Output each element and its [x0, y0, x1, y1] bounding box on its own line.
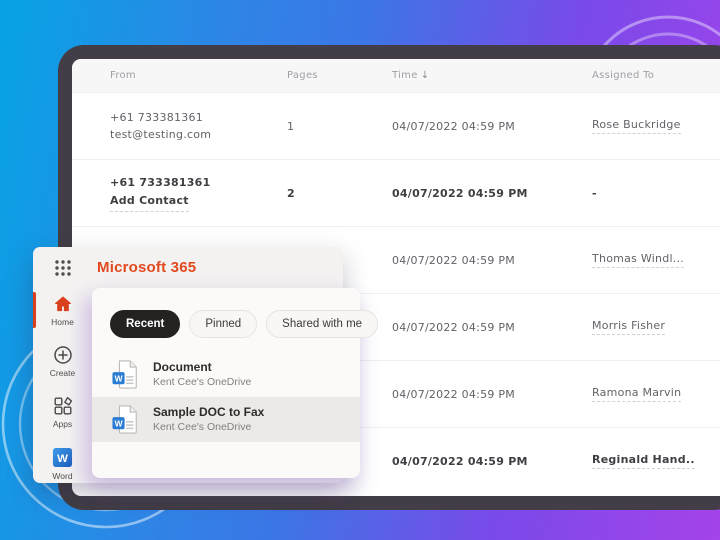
column-header-assigned-to[interactable]: Assigned To	[592, 70, 720, 81]
from-email: test@testing.com	[110, 126, 287, 143]
file-location: Kent Cee's OneDrive	[153, 376, 251, 389]
column-header-time[interactable]: Time↓	[392, 70, 592, 81]
assigned-name-link[interactable]: Ramona Marvin	[592, 386, 681, 402]
sidebar-item-home[interactable]: Home	[33, 294, 92, 327]
sidebar-item-create[interactable]: Create	[33, 345, 92, 378]
sidebar-item-label: Create	[50, 368, 76, 378]
pages-cell: 1	[287, 120, 392, 133]
m365-sidebar: Home Create Apps	[33, 288, 92, 483]
time-cell: 04/07/2022 04:59 PM	[392, 254, 592, 267]
tab-recent[interactable]: Recent	[110, 310, 180, 338]
time-cell: 04/07/2022 04:59 PM	[392, 388, 592, 401]
tab-pinned[interactable]: Pinned	[189, 310, 257, 338]
sidebar-item-label: Word	[52, 471, 72, 481]
from-cell: +61 733381361 test@testing.com	[72, 109, 287, 143]
time-cell: 04/07/2022 04:59 PM	[392, 187, 592, 200]
assigned-name-link[interactable]: Rose Buckridge	[592, 118, 681, 134]
sidebar-item-apps[interactable]: Apps	[33, 396, 92, 429]
page-background: From Pages Time↓ Assigned To +61 7333813…	[0, 0, 720, 540]
table-header: From Pages Time↓ Assigned To	[72, 59, 720, 92]
column-header-from[interactable]: From	[72, 68, 287, 84]
sidebar-item-label: Home	[51, 317, 74, 327]
assigned-name-link[interactable]: Thomas Windl...	[592, 252, 684, 268]
add-contact-link[interactable]: Add Contact	[110, 192, 189, 212]
file-meta: Document Kent Cee's OneDrive	[153, 360, 251, 389]
time-cell: 04/07/2022 04:59 PM	[392, 321, 592, 334]
home-icon	[53, 294, 73, 314]
assigned-cell: Reginald Hand..	[592, 453, 720, 469]
m365-panel: Microsoft 365 Home Create	[33, 247, 343, 483]
pages-cell: 2	[287, 187, 392, 200]
file-location: Kent Cee's OneDrive	[153, 421, 264, 434]
tab-shared-with-me[interactable]: Shared with me	[266, 310, 378, 338]
time-cell: 04/07/2022 04:59 PM	[392, 455, 592, 468]
svg-text:W: W	[115, 373, 123, 383]
word-app-icon: W	[52, 447, 73, 468]
assigned-cell: Rose Buckridge	[592, 118, 720, 134]
file-name: Document	[153, 360, 251, 375]
column-header-pages[interactable]: Pages	[287, 70, 392, 81]
m365-title: Microsoft 365	[97, 259, 196, 276]
word-document-icon: W	[112, 359, 140, 390]
svg-text:W: W	[115, 418, 123, 428]
m365-top-bar: Microsoft 365	[33, 247, 343, 288]
assigned-cell: Ramona Marvin	[592, 386, 720, 402]
file-filter-tabs: Recent Pinned Shared with me	[92, 288, 360, 338]
assigned-empty: -	[592, 187, 597, 200]
file-name: Sample DOC to Fax	[153, 405, 264, 420]
file-meta: Sample DOC to Fax Kent Cee's OneDrive	[153, 405, 264, 434]
active-indicator	[33, 292, 36, 328]
file-list: W Document Kent Cee's OneDrive	[92, 352, 360, 442]
file-row-sample-doc-to-fax[interactable]: W Sample DOC to Fax Kent Cee's OneDrive	[92, 397, 360, 442]
time-cell: 04/07/2022 04:59 PM	[392, 120, 592, 133]
sidebar-item-label: Apps	[53, 419, 72, 429]
assigned-name-link[interactable]: Morris Fisher	[592, 319, 665, 335]
assigned-cell: Morris Fisher	[592, 319, 720, 335]
plus-circle-icon	[53, 345, 73, 365]
from-cell: +61 733381361 Add Contact	[72, 174, 287, 211]
apps-grid-icon	[53, 396, 73, 416]
word-document-icon: W	[112, 404, 140, 435]
app-launcher-waffle-icon[interactable]	[53, 258, 73, 278]
assigned-cell: Thomas Windl...	[592, 252, 720, 268]
table-row[interactable]: +61 733381361 test@testing.com 1 04/07/2…	[72, 92, 720, 159]
table-row[interactable]: +61 733381361 Add Contact 2 04/07/2022 0…	[72, 159, 720, 226]
file-row-document[interactable]: W Document Kent Cee's OneDrive	[92, 352, 360, 397]
recent-files-card: Recent Pinned Shared with me	[92, 288, 360, 478]
column-header-time-label: Time	[392, 70, 418, 81]
from-number: +61 733381361	[110, 109, 287, 126]
svg-text:W: W	[57, 453, 68, 465]
assigned-name-link[interactable]: Reginald Hand..	[592, 453, 695, 469]
from-number: +61 733381361	[110, 174, 287, 191]
assigned-cell: -	[592, 187, 720, 200]
sort-descending-icon[interactable]: ↓	[421, 70, 430, 81]
sidebar-item-word[interactable]: W Word	[33, 447, 92, 481]
